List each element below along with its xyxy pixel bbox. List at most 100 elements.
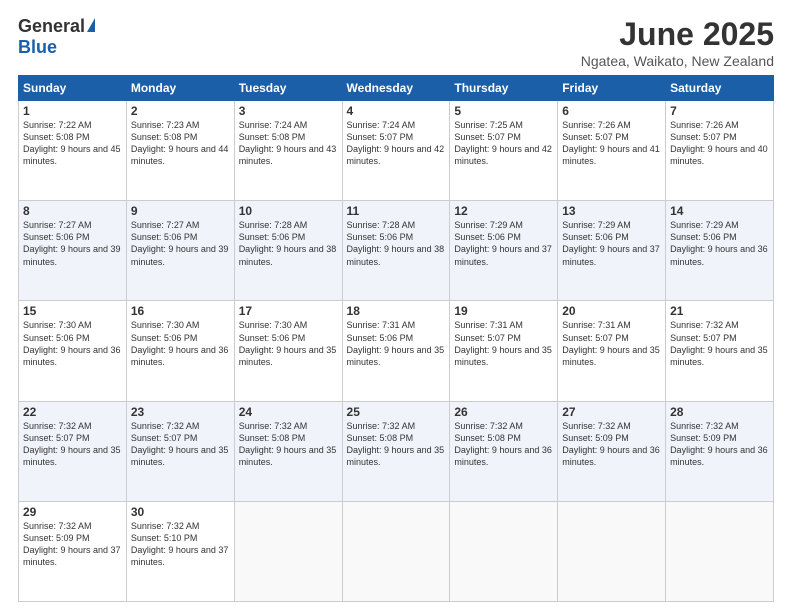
- day-number: 8: [23, 204, 122, 218]
- day-info: Sunrise: 7:31 AMSunset: 5:07 PMDaylight:…: [454, 320, 552, 366]
- day-number: 26: [454, 405, 553, 419]
- logo-triangle-icon: [87, 18, 95, 32]
- table-cell: 9 Sunrise: 7:27 AMSunset: 5:06 PMDayligh…: [126, 201, 234, 301]
- table-cell: 11 Sunrise: 7:28 AMSunset: 5:06 PMDaylig…: [342, 201, 450, 301]
- col-thursday: Thursday: [450, 76, 558, 101]
- day-number: 2: [131, 104, 230, 118]
- day-info: Sunrise: 7:27 AMSunset: 5:06 PMDaylight:…: [131, 220, 229, 266]
- day-info: Sunrise: 7:24 AMSunset: 5:08 PMDaylight:…: [239, 120, 337, 166]
- logo-blue-text: Blue: [18, 37, 57, 58]
- header-row-days: Sunday Monday Tuesday Wednesday Thursday…: [19, 76, 774, 101]
- table-cell: 30 Sunrise: 7:32 AMSunset: 5:10 PMDaylig…: [126, 501, 234, 601]
- day-info: Sunrise: 7:30 AMSunset: 5:06 PMDaylight:…: [131, 320, 229, 366]
- table-cell: 24 Sunrise: 7:32 AMSunset: 5:08 PMDaylig…: [234, 401, 342, 501]
- table-cell: 2 Sunrise: 7:23 AMSunset: 5:08 PMDayligh…: [126, 101, 234, 201]
- day-info: Sunrise: 7:32 AMSunset: 5:08 PMDaylight:…: [454, 421, 552, 467]
- day-info: Sunrise: 7:32 AMSunset: 5:09 PMDaylight:…: [670, 421, 768, 467]
- table-cell: 26 Sunrise: 7:32 AMSunset: 5:08 PMDaylig…: [450, 401, 558, 501]
- day-number: 30: [131, 505, 230, 519]
- col-saturday: Saturday: [666, 76, 774, 101]
- day-number: 5: [454, 104, 553, 118]
- day-number: 21: [670, 304, 769, 318]
- day-info: Sunrise: 7:22 AMSunset: 5:08 PMDaylight:…: [23, 120, 121, 166]
- table-cell: 17 Sunrise: 7:30 AMSunset: 5:06 PMDaylig…: [234, 301, 342, 401]
- table-cell: 22 Sunrise: 7:32 AMSunset: 5:07 PMDaylig…: [19, 401, 127, 501]
- table-cell: 28 Sunrise: 7:32 AMSunset: 5:09 PMDaylig…: [666, 401, 774, 501]
- table-cell: 3 Sunrise: 7:24 AMSunset: 5:08 PMDayligh…: [234, 101, 342, 201]
- logo: General Blue: [18, 16, 95, 58]
- day-info: Sunrise: 7:32 AMSunset: 5:08 PMDaylight:…: [347, 421, 445, 467]
- day-number: 28: [670, 405, 769, 419]
- day-info: Sunrise: 7:28 AMSunset: 5:06 PMDaylight:…: [239, 220, 337, 266]
- col-tuesday: Tuesday: [234, 76, 342, 101]
- table-cell: 4 Sunrise: 7:24 AMSunset: 5:07 PMDayligh…: [342, 101, 450, 201]
- day-number: 15: [23, 304, 122, 318]
- day-info: Sunrise: 7:26 AMSunset: 5:07 PMDaylight:…: [562, 120, 660, 166]
- day-info: Sunrise: 7:23 AMSunset: 5:08 PMDaylight:…: [131, 120, 229, 166]
- table-cell: [342, 501, 450, 601]
- table-cell: 8 Sunrise: 7:27 AMSunset: 5:06 PMDayligh…: [19, 201, 127, 301]
- day-number: 13: [562, 204, 661, 218]
- day-number: 3: [239, 104, 338, 118]
- day-info: Sunrise: 7:25 AMSunset: 5:07 PMDaylight:…: [454, 120, 552, 166]
- table-cell: 10 Sunrise: 7:28 AMSunset: 5:06 PMDaylig…: [234, 201, 342, 301]
- day-number: 10: [239, 204, 338, 218]
- day-number: 12: [454, 204, 553, 218]
- day-number: 6: [562, 104, 661, 118]
- day-number: 23: [131, 405, 230, 419]
- day-info: Sunrise: 7:31 AMSunset: 5:07 PMDaylight:…: [562, 320, 660, 366]
- table-cell: 23 Sunrise: 7:32 AMSunset: 5:07 PMDaylig…: [126, 401, 234, 501]
- table-cell: [666, 501, 774, 601]
- day-number: 7: [670, 104, 769, 118]
- day-number: 25: [347, 405, 446, 419]
- day-info: Sunrise: 7:32 AMSunset: 5:07 PMDaylight:…: [131, 421, 229, 467]
- calendar-table: Sunday Monday Tuesday Wednesday Thursday…: [18, 75, 774, 602]
- table-cell: 27 Sunrise: 7:32 AMSunset: 5:09 PMDaylig…: [558, 401, 666, 501]
- day-info: Sunrise: 7:24 AMSunset: 5:07 PMDaylight:…: [347, 120, 445, 166]
- day-number: 14: [670, 204, 769, 218]
- table-cell: 6 Sunrise: 7:26 AMSunset: 5:07 PMDayligh…: [558, 101, 666, 201]
- day-info: Sunrise: 7:32 AMSunset: 5:10 PMDaylight:…: [131, 521, 229, 567]
- col-wednesday: Wednesday: [342, 76, 450, 101]
- calendar-title: June 2025: [581, 16, 774, 53]
- day-info: Sunrise: 7:29 AMSunset: 5:06 PMDaylight:…: [562, 220, 660, 266]
- day-info: Sunrise: 7:32 AMSunset: 5:09 PMDaylight:…: [23, 521, 121, 567]
- day-number: 24: [239, 405, 338, 419]
- day-info: Sunrise: 7:28 AMSunset: 5:06 PMDaylight:…: [347, 220, 445, 266]
- day-info: Sunrise: 7:30 AMSunset: 5:06 PMDaylight:…: [23, 320, 121, 366]
- col-monday: Monday: [126, 76, 234, 101]
- day-info: Sunrise: 7:32 AMSunset: 5:07 PMDaylight:…: [23, 421, 121, 467]
- day-number: 20: [562, 304, 661, 318]
- table-cell: 21 Sunrise: 7:32 AMSunset: 5:07 PMDaylig…: [666, 301, 774, 401]
- day-number: 27: [562, 405, 661, 419]
- day-info: Sunrise: 7:32 AMSunset: 5:09 PMDaylight:…: [562, 421, 660, 467]
- day-info: Sunrise: 7:29 AMSunset: 5:06 PMDaylight:…: [454, 220, 552, 266]
- day-number: 17: [239, 304, 338, 318]
- day-info: Sunrise: 7:26 AMSunset: 5:07 PMDaylight:…: [670, 120, 768, 166]
- day-info: Sunrise: 7:30 AMSunset: 5:06 PMDaylight:…: [239, 320, 337, 366]
- day-info: Sunrise: 7:32 AMSunset: 5:08 PMDaylight:…: [239, 421, 337, 467]
- table-cell: 18 Sunrise: 7:31 AMSunset: 5:06 PMDaylig…: [342, 301, 450, 401]
- table-cell: 13 Sunrise: 7:29 AMSunset: 5:06 PMDaylig…: [558, 201, 666, 301]
- table-cell: 7 Sunrise: 7:26 AMSunset: 5:07 PMDayligh…: [666, 101, 774, 201]
- table-cell: 20 Sunrise: 7:31 AMSunset: 5:07 PMDaylig…: [558, 301, 666, 401]
- table-cell: [234, 501, 342, 601]
- day-number: 9: [131, 204, 230, 218]
- table-cell: 19 Sunrise: 7:31 AMSunset: 5:07 PMDaylig…: [450, 301, 558, 401]
- col-friday: Friday: [558, 76, 666, 101]
- table-cell: 15 Sunrise: 7:30 AMSunset: 5:06 PMDaylig…: [19, 301, 127, 401]
- calendar-subtitle: Ngatea, Waikato, New Zealand: [581, 53, 774, 69]
- day-info: Sunrise: 7:29 AMSunset: 5:06 PMDaylight:…: [670, 220, 768, 266]
- table-cell: 29 Sunrise: 7:32 AMSunset: 5:09 PMDaylig…: [19, 501, 127, 601]
- table-cell: 25 Sunrise: 7:32 AMSunset: 5:08 PMDaylig…: [342, 401, 450, 501]
- day-number: 19: [454, 304, 553, 318]
- title-block: June 2025 Ngatea, Waikato, New Zealand: [581, 16, 774, 69]
- day-number: 16: [131, 304, 230, 318]
- day-info: Sunrise: 7:27 AMSunset: 5:06 PMDaylight:…: [23, 220, 121, 266]
- table-cell: 16 Sunrise: 7:30 AMSunset: 5:06 PMDaylig…: [126, 301, 234, 401]
- header-row: General Blue June 2025 Ngatea, Waikato, …: [18, 16, 774, 69]
- day-number: 4: [347, 104, 446, 118]
- day-info: Sunrise: 7:32 AMSunset: 5:07 PMDaylight:…: [670, 320, 768, 366]
- day-number: 11: [347, 204, 446, 218]
- table-cell: [558, 501, 666, 601]
